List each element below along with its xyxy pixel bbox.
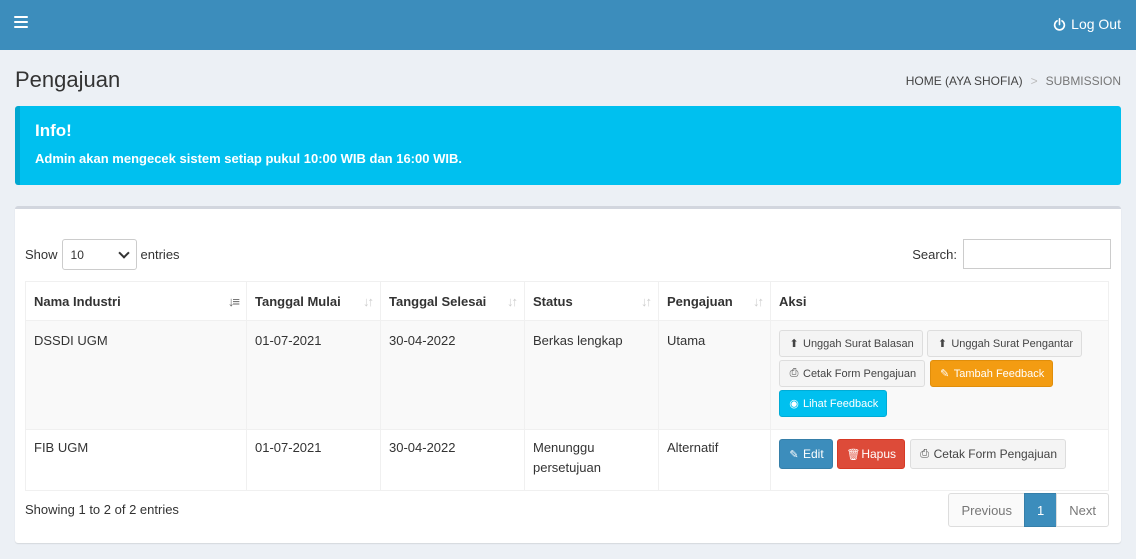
edit-icon: ✎ [789,448,799,461]
print-icon: ⎙ [789,367,799,379]
logout-button[interactable]: Log Out [1053,16,1121,32]
cell-aksi: ⬆ Unggah Surat Balasan ⬆ Unggah Surat Peng… [770,320,1109,430]
alert-message: Admin akan mengecek sistem setiap pukul … [35,151,462,166]
table-row: FIB UGM 01-07-2021 30-04-2022 Menunggu p… [25,429,1109,491]
column-header-aksi: Aksi [770,281,1109,321]
top-navbar: Log Out [0,0,1136,50]
hapus-button[interactable]: 🗑 Hapus [837,439,905,469]
chevron-down-icon [117,246,130,259]
sort-icon: ↓↑ [507,294,518,309]
column-header-nama-industri[interactable]: Nama Industri ↓≡ [25,281,247,321]
cell-status: Berkas lengkap [524,320,659,430]
cell-status: Menunggu persetujuan [524,429,659,491]
menu-toggle-icon[interactable] [14,16,28,30]
cell-tanggal-selesai: 30-04-2022 [380,429,525,491]
cetak-form-pengajuan-button[interactable]: ⎙ Cetak Form Pengajuan [909,439,1067,469]
sort-icon: ↓↑ [641,294,652,309]
next-page-button[interactable]: Next [1056,493,1109,527]
tambah-feedback-button[interactable]: ✎ Tambah Feedback [929,360,1054,387]
cell-tanggal-mulai: 01-07-2021 [246,429,381,491]
page-1-button[interactable]: 1 [1024,493,1058,527]
cell-tanggal-mulai: 01-07-2021 [246,320,381,430]
submission-box: Show 10 entries Search: Nama Industri ↓≡ … [15,206,1121,543]
trash-icon: 🗑 [846,448,861,461]
pagination: Previous 1 Next [948,493,1109,527]
unggah-surat-pengantar-button[interactable]: ⬆ Unggah Surat Pengantar [927,330,1083,357]
cell-pengajuan: Alternatif [658,429,771,491]
column-header-tanggal-selesai[interactable]: Tanggal Selesai ↓↑ [380,281,525,321]
cell-pengajuan: Utama [658,320,771,430]
page-length-value: 10 [70,247,84,262]
column-header-pengajuan[interactable]: Pengajuan ↓↑ [658,281,771,321]
table-info: Showing 1 to 2 of 2 entries [25,502,179,517]
breadcrumb: HOME (AYA SHOFIA) > SUBMISSION [906,74,1121,88]
cell-tanggal-selesai: 30-04-2022 [380,320,525,430]
alert-title: Info! [35,121,72,140]
submission-table: Nama Industri ↓≡ Tanggal Mulai ↓↑ Tanggal … [25,281,1109,491]
table-header-row: Nama Industri ↓≡ Tanggal Mulai ↓↑ Tanggal … [25,281,1109,321]
show-label: Show [25,247,58,262]
entries-label: entries [140,247,180,262]
cell-nama-industri: DSSDI UGM [25,320,247,430]
column-header-status[interactable]: Status ↓↑ [524,281,659,321]
edit-button[interactable]: ✎ Edit [779,439,833,469]
eye-icon: ◉ [789,398,799,410]
cell-aksi: ✎ Edit 🗑 Hapus ⎙ Cetak Form Pengajuan [770,429,1109,491]
page-title: Pengajuan [15,67,121,92]
unggah-surat-balasan-button[interactable]: ⬆ Unggah Surat Balasan [779,330,923,357]
breadcrumb-separator: > [1030,74,1038,88]
upload-icon: ⬆ [937,338,947,350]
search-input[interactable] [963,239,1111,269]
column-header-tanggal-mulai[interactable]: Tanggal Mulai ↓↑ [246,281,381,321]
sort-icon: ↓↑ [363,294,374,309]
cell-nama-industri: FIB UGM [25,429,247,491]
page-length-select[interactable]: 10 [61,239,137,270]
info-alert: Info! Admin akan mengecek sistem setiap … [15,106,1121,185]
sort-icon: ↓↑ [753,294,764,309]
sort-asc-icon: ↓≡ [227,294,240,309]
cetak-form-pengajuan-button[interactable]: ⎙ Cetak Form Pengajuan [779,360,926,387]
table-row: DSSDI UGM 01-07-2021 30-04-2022 Berkas l… [25,320,1109,430]
print-icon: ⎙ [920,447,930,460]
page-length-control: Show 10 entries [25,239,180,270]
logout-label: Log Out [1071,16,1121,32]
upload-icon: ⬆ [789,338,799,350]
breadcrumb-home[interactable]: HOME (AYA SHOFIA) [906,74,1023,88]
breadcrumb-current: SUBMISSION [1045,74,1121,88]
previous-page-button[interactable]: Previous [948,493,1026,527]
power-icon [1054,17,1066,31]
search-control: Search: [912,239,1111,269]
search-label: Search: [912,246,957,262]
lihat-feedback-button[interactable]: ◉ Lihat Feedback [779,390,888,417]
edit-icon: ✎ [940,368,950,380]
